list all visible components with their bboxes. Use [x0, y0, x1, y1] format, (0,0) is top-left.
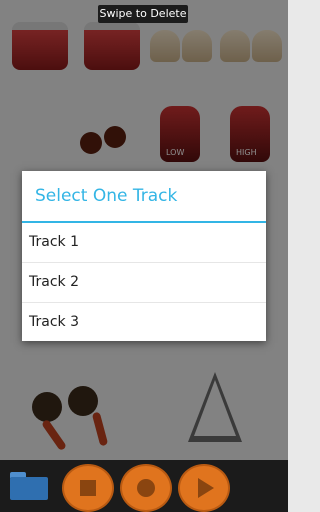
swipe-toast: Swipe to Delete — [98, 5, 188, 23]
track-2-option[interactable]: Track 2 — [22, 263, 266, 303]
folder-body — [10, 477, 48, 500]
folder-icon[interactable] — [10, 472, 48, 500]
stop-button[interactable] — [62, 464, 114, 512]
record-icon — [122, 466, 170, 510]
track-1-option[interactable]: Track 1 — [22, 223, 266, 263]
track-3-option[interactable]: Track 3 — [22, 303, 266, 342]
record-button[interactable] — [120, 464, 172, 512]
play-button[interactable] — [178, 464, 230, 512]
select-track-dialog: Select One Track Track 1 Track 2 Track 3 — [22, 171, 266, 341]
dialog-title: Select One Track — [35, 186, 178, 206]
stop-icon — [64, 466, 112, 510]
play-icon — [180, 466, 228, 510]
